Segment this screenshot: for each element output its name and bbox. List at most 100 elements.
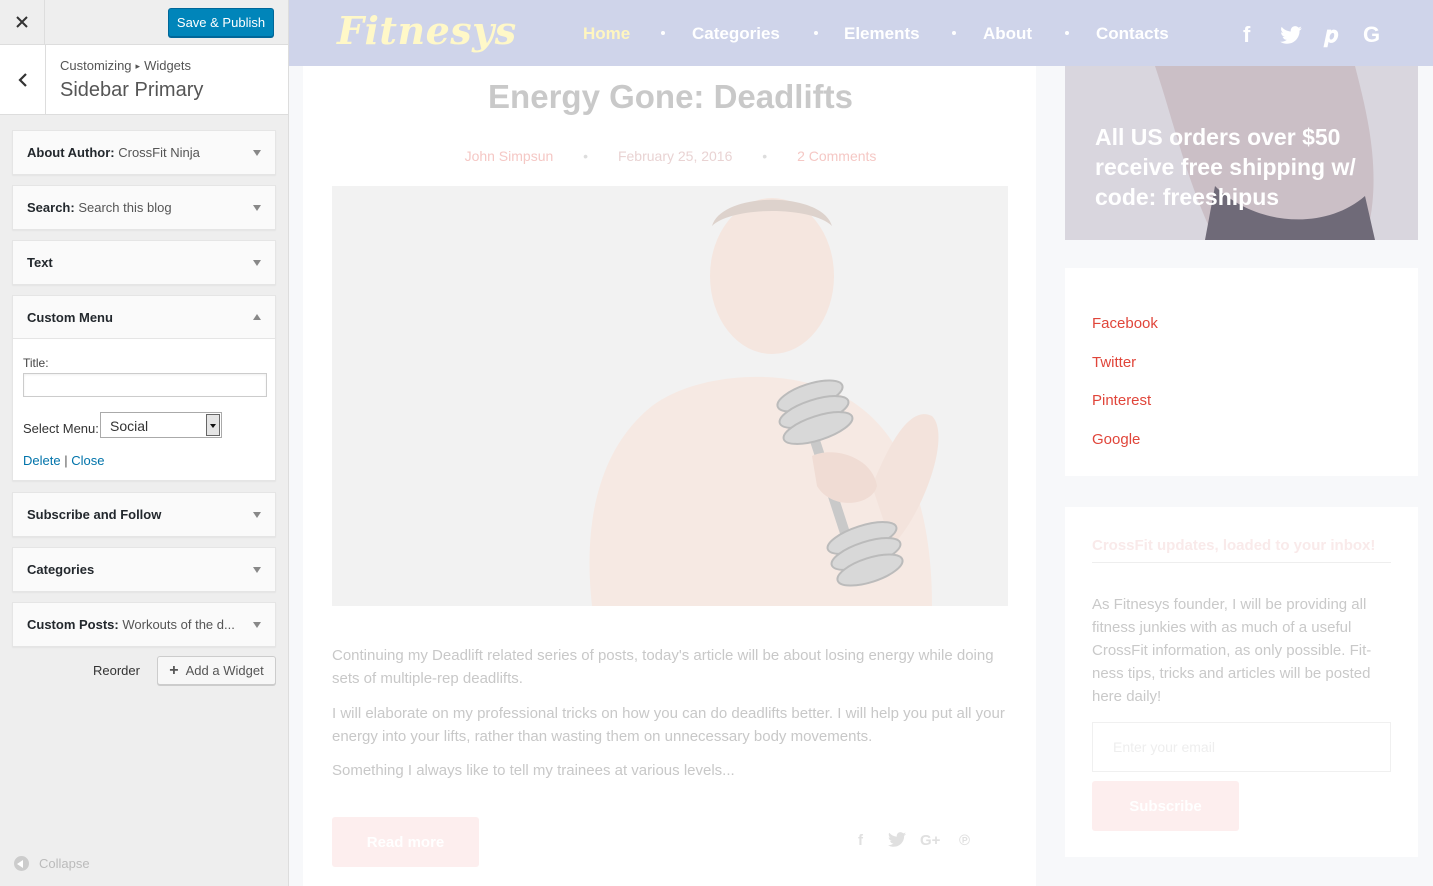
chevron-left-icon — [17, 72, 27, 87]
collapse-icon — [14, 856, 29, 871]
widget-label: Subscribe and Follow — [27, 507, 162, 522]
nav-elements[interactable]: Elements — [844, 24, 920, 44]
widget-label: Categories — [27, 562, 95, 577]
meta-dot: • — [762, 148, 768, 164]
breadcrumb-separator: ▸ — [135, 61, 141, 71]
chevron-down-icon — [253, 205, 261, 211]
customizer-header: Save & Publish — [0, 0, 288, 45]
social-link-google[interactable]: Google — [1092, 431, 1140, 448]
promo-text: All US orders over $50 receive free ship… — [1095, 124, 1356, 210]
breadcrumb-widgets: Widgets — [144, 58, 192, 73]
nav-separator — [1065, 31, 1069, 35]
widget-custom-posts[interactable]: Custom Posts: Workouts of the d... — [12, 602, 276, 647]
promo-banner[interactable]: All US orders over $50 receive free ship… — [1065, 66, 1418, 240]
widget-text[interactable]: Text — [12, 240, 276, 285]
widget-about-author[interactable]: About Author: CrossFit Ninja — [12, 130, 276, 175]
nav-home[interactable]: Home — [583, 24, 630, 44]
site-logo[interactable]: Fitnesys — [337, 8, 517, 53]
man-with-dumbbell-image — [332, 186, 1008, 606]
post-comments-link[interactable]: 2 Comments — [797, 148, 876, 164]
google-icon[interactable]: G — [1363, 22, 1380, 48]
widget-label: About Author: — [27, 145, 115, 160]
meta-dot: • — [583, 148, 589, 164]
widget-actions: Delete | Close — [23, 453, 104, 468]
collapse-label: Collapse — [39, 856, 90, 871]
blog-post: Energy Gone: Deadlifts John Simpsun • Fe… — [303, 66, 1036, 886]
select-menu-label: Select Menu: — [23, 421, 99, 436]
chevron-down-icon — [253, 512, 261, 518]
dropdown-arrow-icon[interactable] — [206, 414, 220, 436]
subscribe-widget: CrossFit updates, loaded to your inbox! … — [1065, 507, 1418, 857]
post-featured-image[interactable] — [332, 186, 1008, 606]
delete-link[interactable]: Delete — [23, 453, 61, 468]
widget-search[interactable]: Search: Search this blog — [12, 185, 276, 230]
facebook-icon[interactable]: f — [1243, 22, 1250, 48]
chevron-down-icon — [253, 260, 261, 266]
site-header: Fitnesys Home Categories Elements About … — [289, 0, 1433, 66]
breadcrumb-customizing: Customizing — [60, 58, 132, 73]
select-menu-value: Social — [110, 418, 149, 434]
back-button[interactable] — [0, 45, 46, 114]
add-widget-label: Add a Widget — [185, 663, 264, 678]
section-header: Customizing ▸ Widgets Sidebar Primary — [0, 45, 288, 115]
read-more-button[interactable]: Read more — [332, 817, 479, 867]
widget-sublabel: Workouts of the d... — [122, 617, 235, 632]
chevron-down-icon — [253, 622, 261, 628]
twitter-icon[interactable] — [1280, 24, 1302, 50]
pinterest-share-icon[interactable]: ℗ — [959, 832, 970, 849]
widget-label: Text — [27, 255, 53, 270]
post-paragraph: I will elaborate on my professional tric… — [332, 705, 1005, 745]
twitter-bird-icon — [1280, 26, 1302, 44]
social-link-twitter[interactable]: Twitter — [1092, 354, 1136, 371]
chevron-down-icon — [253, 567, 261, 573]
subscribe-title: CrossFit updates, loaded to your inbox! — [1092, 537, 1391, 563]
email-placeholder: Enter your email — [1113, 739, 1215, 755]
email-input[interactable]: Enter your email — [1092, 722, 1391, 772]
post-author-link[interactable]: John Simpsun — [465, 148, 554, 164]
social-link-facebook[interactable]: Facebook — [1092, 315, 1158, 332]
action-divider: | — [64, 453, 68, 468]
close-link[interactable]: Close — [71, 453, 104, 468]
chevron-up-icon — [253, 314, 261, 320]
post-paragraph: Something I always like to tell my train… — [332, 762, 735, 779]
post-title[interactable]: Energy Gone: Deadlifts — [289, 78, 1052, 116]
widget-categories[interactable]: Categories — [12, 547, 276, 592]
chevron-down-icon — [253, 150, 261, 156]
select-menu-dropdown[interactable]: Social — [100, 412, 222, 438]
google-plus-share-icon[interactable]: G+ — [920, 832, 940, 849]
title-field-label: Title: — [23, 356, 49, 370]
post-date: February 25, 2016 — [617, 148, 733, 164]
save-publish-button[interactable]: Save & Publish — [168, 8, 274, 37]
add-widget-button[interactable]: + Add a Widget — [157, 656, 276, 685]
reorder-link[interactable]: Reorder — [93, 663, 140, 678]
twitter-bird-icon — [888, 832, 906, 847]
title-input[interactable] — [23, 373, 267, 397]
nav-about[interactable]: About — [983, 24, 1032, 44]
site-preview: Energy Gone: Deadlifts John Simpsun • Fe… — [289, 0, 1433, 886]
social-menu-widget: Facebook Twitter Pinterest Google — [1065, 268, 1418, 476]
plus-icon: + — [169, 661, 179, 679]
collapse-button[interactable]: Collapse — [14, 856, 90, 871]
customizer-panel: Save & Publish Customizing ▸ Widgets Sideb… — [0, 0, 289, 886]
post-paragraph: Continuing my Deadlift related series of… — [332, 647, 994, 687]
facebook-share-icon[interactable]: f — [858, 832, 863, 849]
subscribe-button[interactable]: Subscribe — [1092, 781, 1239, 831]
breadcrumb: Customizing ▸ Widgets — [60, 58, 191, 73]
close-customizer-button[interactable] — [0, 0, 45, 44]
subscribe-text: As Fitnesys founder, I will be providing… — [1092, 596, 1372, 705]
widget-subscribe-follow[interactable]: Subscribe and Follow — [12, 492, 276, 537]
nav-separator — [814, 31, 818, 35]
post-meta: John Simpsun • February 25, 2016 • 2 Com… — [289, 148, 1052, 164]
widget-sublabel: Search this blog — [78, 200, 172, 215]
widget-custom-menu-header[interactable]: Custom Menu — [13, 296, 275, 339]
close-icon — [16, 16, 28, 28]
widget-label: Custom Menu — [27, 310, 113, 325]
widget-sublabel: CrossFit Ninja — [118, 145, 200, 160]
nav-contacts[interactable]: Contacts — [1096, 24, 1169, 44]
social-link-pinterest[interactable]: Pinterest — [1092, 392, 1151, 409]
widget-custom-menu: Custom Menu Title: Select Menu: Social D… — [12, 295, 276, 481]
pinterest-icon[interactable]: 𝒑 — [1324, 22, 1338, 48]
twitter-share-icon[interactable] — [888, 832, 906, 851]
nav-categories[interactable]: Categories — [692, 24, 780, 44]
widget-label: Search: — [27, 200, 75, 215]
